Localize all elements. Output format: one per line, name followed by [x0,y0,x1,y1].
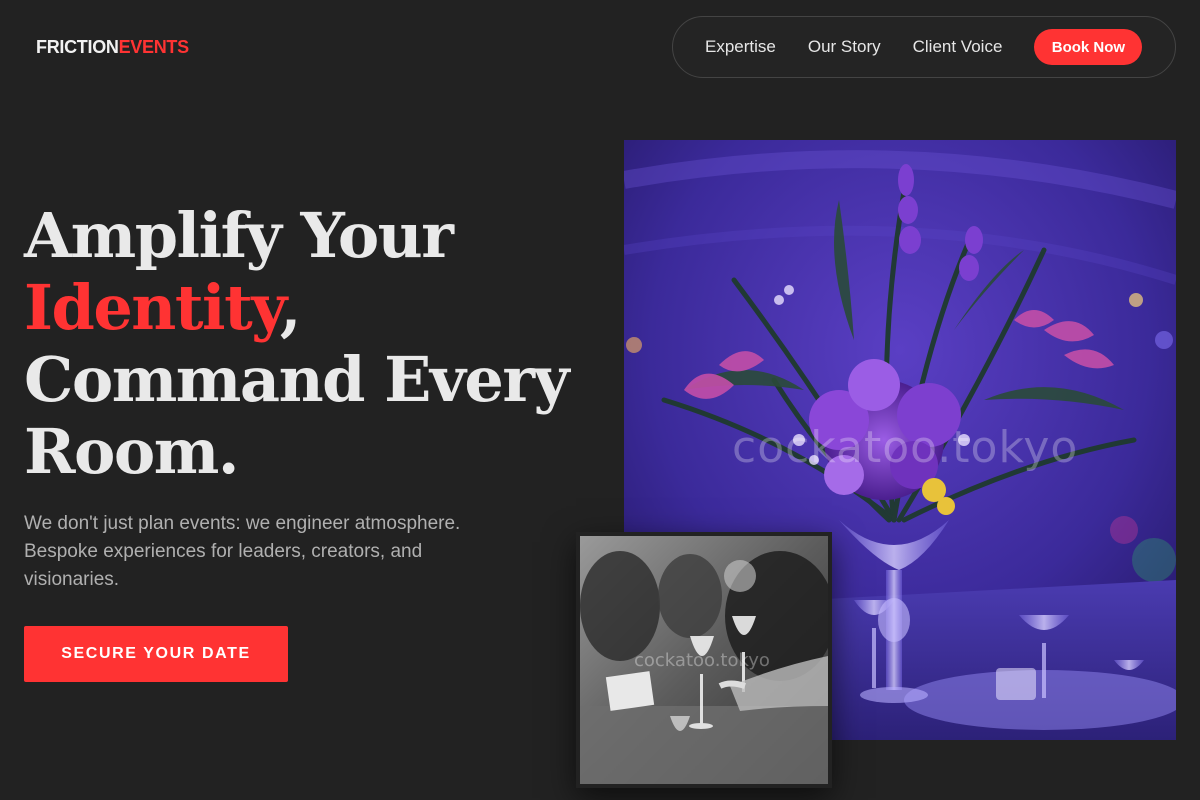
nav-link-expertise[interactable]: Expertise [705,37,776,57]
toast-photo-image: cockatoo.tokyo [580,536,828,784]
logo[interactable]: FRICTIONEVENTS [36,36,189,58]
headline-line-3: Command Every [24,343,570,416]
headline-comma: , [279,271,302,344]
secure-your-date-button[interactable]: SECURE YOUR DATE [24,626,288,682]
toast-photo-illustration [580,536,828,784]
toast-photo-frame: cockatoo.tokyo [576,532,832,788]
hero-subtext: We don't just plan events: we engineer a… [24,513,461,590]
book-now-button[interactable]: Book Now [1034,29,1143,65]
logo-word-events: EVENTS [118,37,190,57]
hero-headline: Amplify Your Identity, Command Every Roo… [24,200,604,488]
nav-link-client-voice[interactable]: Client Voice [913,37,1003,57]
landing-page: FRICTIONEVENTS Expertise Our Story Clien… [0,0,1200,800]
main-nav: Expertise Our Story Client Voice Book No… [672,16,1176,78]
headline-line-4: Room. [24,415,239,488]
logo-word-friction: FRICTION [36,37,119,57]
nav-link-our-story[interactable]: Our Story [808,37,881,57]
headline-accent-word: Identity [24,271,281,344]
headline-line-1: Amplify Your [24,199,454,272]
